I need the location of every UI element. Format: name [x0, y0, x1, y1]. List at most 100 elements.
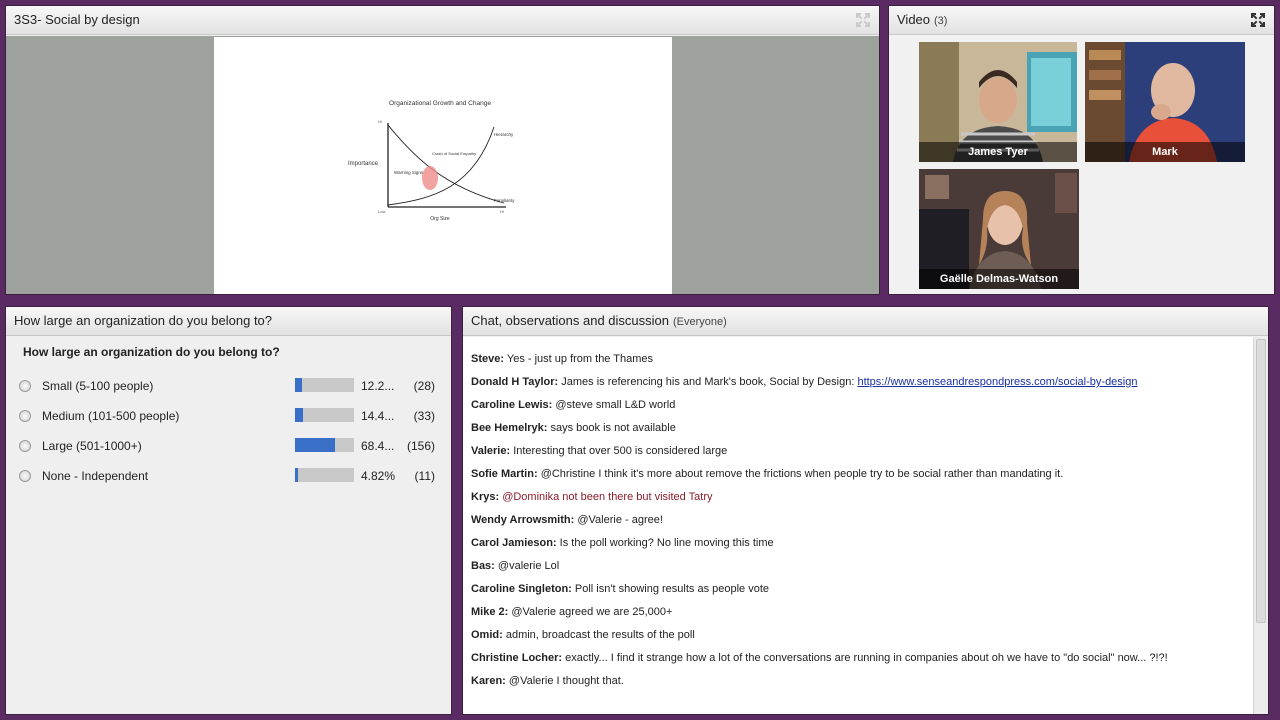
chat-text: Interesting that over 500 is considered …: [513, 445, 728, 457]
poll-option-label: Medium (101-500 people): [42, 409, 180, 423]
chat-pod-title: Chat, observations and discussion: [471, 313, 670, 328]
video-feed[interactable]: Mark: [1085, 42, 1245, 162]
radio-button[interactable]: [19, 440, 31, 452]
org-growth-diagram: Organizational Growth and Change Importa…: [348, 100, 515, 222]
chat-sender: Christine Locher:: [471, 652, 563, 664]
chat-message: Bee Hemelryk: says book is not available: [471, 422, 676, 434]
hierarchy-curve: [387, 126, 495, 206]
chat-scrollbar[interactable]: [1253, 337, 1268, 714]
familiarity-label: Familiarity: [494, 198, 515, 203]
video-feed[interactable]: Gaëlle Delmas-Watson: [919, 169, 1079, 289]
chat-sender: Carol Jamieson:: [471, 537, 557, 549]
chat-sender: Valerie:: [471, 445, 511, 457]
poll-option[interactable]: Large (501-1000+) 68.4... (156): [19, 437, 439, 457]
chat-message: Steve: Yes - just up from the Thames: [471, 353, 653, 365]
chat-sender: Omid:: [471, 629, 503, 641]
chat-pod: Chat, observations and discussion (Everyo…: [462, 306, 1269, 715]
chat-message: Valerie: Interesting that over 500 is co…: [471, 445, 727, 457]
chat-message: Caroline Lewis: @steve small L&D world: [471, 399, 675, 411]
chat-sender: Karen:: [471, 675, 506, 687]
fullscreen-icon[interactable]: [855, 12, 871, 28]
poll-result-fill: [295, 378, 303, 392]
poll-percentage: 14.4...: [361, 409, 395, 423]
chat-sender: Caroline Singleton:: [471, 583, 572, 595]
diagram-hi-label: Hi: [378, 119, 382, 124]
poll-pod-header[interactable]: How large an organization do you belong …: [6, 307, 451, 336]
share-pod: 3S3- Social by design Organizational Gro…: [5, 5, 880, 295]
chat-sender: Sofie Martin:: [471, 468, 538, 480]
slide-content: Organizational Growth and Change Importa…: [214, 37, 672, 294]
participant-name: Mark: [1085, 142, 1245, 162]
poll-vote-count: (33): [413, 409, 435, 423]
crash-label: Crash of Social Empathy: [432, 151, 476, 156]
poll-vote-count: (11): [414, 469, 435, 483]
chat-message: Karen: @Valerie I thought that.: [471, 675, 624, 687]
diagram-lo-label: Low: [378, 209, 385, 214]
chat-message-list[interactable]: Steve: Yes - just up from the Thames Dona…: [463, 337, 1254, 714]
poll-option[interactable]: Small (5-100 people) 12.2... (28): [19, 377, 439, 397]
radio-button[interactable]: [19, 410, 31, 422]
video-pod: Video (3) James Tyer Mark Gaëlle Delmas-…: [888, 5, 1275, 295]
diagram-hi-x-label: Hi: [500, 209, 504, 214]
chat-link[interactable]: https://www.senseandrespondpress.com/soc…: [857, 376, 1137, 388]
chat-text: Poll isn't showing results as people vot…: [574, 583, 770, 595]
familiarity-curve: [387, 124, 505, 204]
participant-name: Gaëlle Delmas-Watson: [919, 269, 1079, 289]
radio-button[interactable]: [19, 380, 31, 392]
chat-text: @Valerie - agree!: [577, 514, 663, 526]
chat-message: Wendy Arrowsmith: @Valerie - agree!: [471, 514, 663, 526]
chat-message: Carol Jamieson: Is the poll working? No …: [471, 537, 774, 549]
chat-text: @Christine I think it's more about remov…: [540, 468, 1064, 480]
warning-zone: [422, 166, 438, 190]
chat-message: Krys: @Dominika not been there but visit…: [471, 491, 712, 503]
poll-percentage: 68.4...: [361, 439, 395, 453]
chat-text: @valerie Lol: [497, 560, 560, 572]
chat-sender: Donald H Taylor:: [471, 376, 559, 388]
share-pod-header[interactable]: 3S3- Social by design: [6, 6, 879, 35]
chat-text: exactly... I find it strange how a lot o…: [565, 652, 1168, 664]
diagram-xlabel: Org Size: [430, 216, 450, 222]
poll-result-bar: [295, 408, 354, 422]
chat-sender: Steve:: [471, 353, 505, 365]
poll-vote-count: (28): [413, 379, 435, 393]
chat-scroll-thumb[interactable]: [1256, 339, 1266, 623]
poll-percentage: 12.2...: [361, 379, 395, 393]
chat-message: Bas: @valerie Lol: [471, 560, 559, 572]
poll-option-label: None - Independent: [42, 469, 149, 483]
diagram-ylabel: Importance: [348, 161, 379, 167]
chat-sender: Caroline Lewis:: [471, 399, 553, 411]
chat-text: @Dominika not been there but visited Tat…: [502, 491, 713, 503]
chat-message: Omid: admin, broadcast the results of th…: [471, 629, 695, 641]
warning-label: Warning Signs: [394, 170, 424, 175]
video-pod-header[interactable]: Video (3): [889, 6, 1274, 35]
poll-result-fill: [295, 408, 304, 422]
share-pod-title: 3S3- Social by design: [14, 12, 140, 27]
chat-pod-header[interactable]: Chat, observations and discussion (Everyo…: [463, 307, 1268, 336]
chat-message: Christine Locher: exactly... I find it s…: [471, 652, 1168, 664]
chat-text: says book is not available: [550, 422, 676, 434]
chat-sender: Mike 2:: [471, 606, 509, 618]
poll-result-fill: [295, 468, 298, 482]
poll-option[interactable]: Medium (101-500 people) 14.4... (33): [19, 407, 439, 427]
poll-result-bar: [295, 468, 354, 482]
poll-result-bar: [295, 438, 354, 452]
chat-sender: Krys:: [471, 491, 500, 503]
poll-option[interactable]: None - Independent 4.82% (11): [19, 467, 439, 487]
chat-message: Sofie Martin: @Christine I think it's mo…: [471, 468, 1063, 480]
chat-text: Is the poll working? No line moving this…: [559, 537, 774, 549]
chat-message: Donald H Taylor: James is referencing hi…: [471, 376, 1137, 388]
share-stage: Organizational Growth and Change Importa…: [6, 36, 879, 294]
fullscreen-icon[interactable]: [1250, 12, 1266, 28]
participant-name: James Tyer: [919, 142, 1077, 162]
poll-result-fill: [295, 438, 336, 452]
chat-audience: (Everyone): [673, 316, 727, 328]
poll-result-bar: [295, 378, 354, 392]
chat-text: James is referencing his and Mark's book…: [561, 376, 855, 388]
poll-pod: How large an organization do you belong …: [5, 306, 452, 715]
diagram-title: Organizational Growth and Change: [389, 100, 491, 107]
video-feed[interactable]: James Tyer: [919, 42, 1077, 162]
poll-pod-title: How large an organization do you belong …: [14, 313, 273, 328]
chat-message: Mike 2: @Valerie agreed we are 25,000+: [471, 606, 672, 618]
poll-vote-count: (156): [406, 439, 435, 453]
radio-button[interactable]: [19, 470, 31, 482]
